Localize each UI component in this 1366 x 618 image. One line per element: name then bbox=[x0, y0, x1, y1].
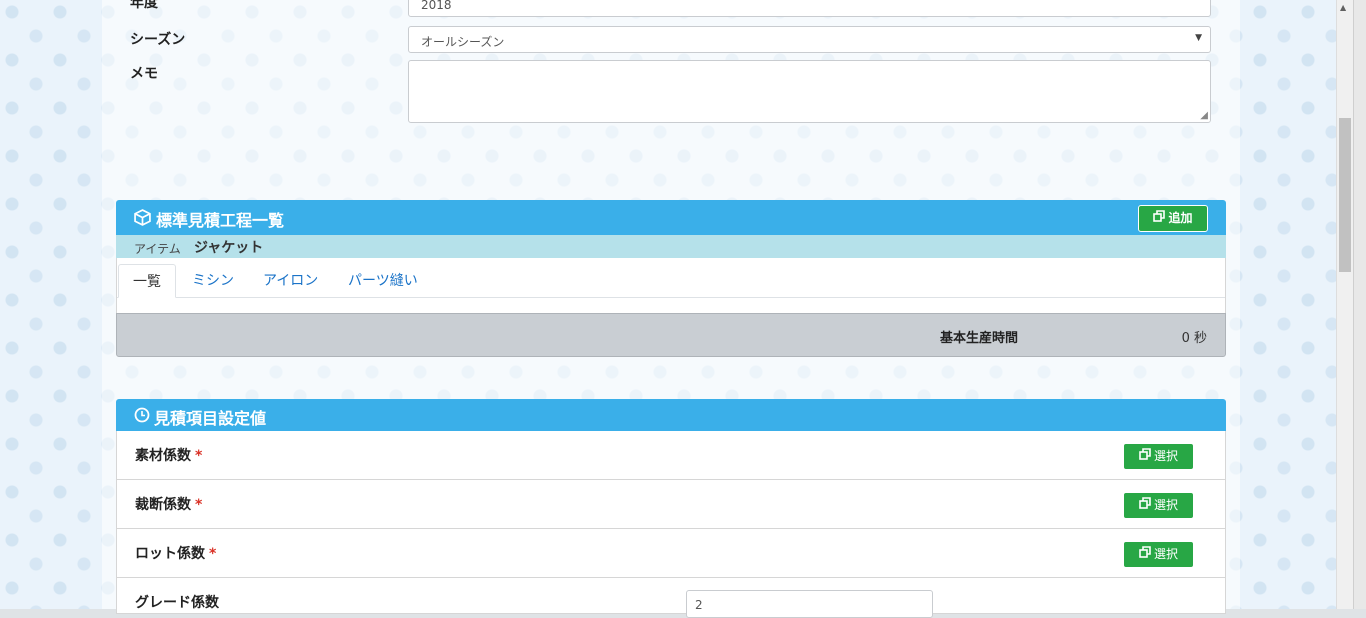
window-restore-icon bbox=[1139, 493, 1151, 518]
process-tabs: 一覧 ミシン アイロン パーツ縫い bbox=[116, 258, 1226, 298]
select-button-lot[interactable]: 選択 bbox=[1123, 541, 1194, 568]
setting-label-lot: ロット係数 * bbox=[135, 543, 216, 563]
year-value: 2018 bbox=[421, 0, 452, 12]
setting-label-text: 裁断係数 bbox=[135, 497, 191, 513]
setting-label-text: 素材係数 bbox=[135, 448, 191, 464]
tab-iron[interactable]: アイロン bbox=[247, 264, 334, 298]
setting-label-text: ロット係数 bbox=[135, 546, 205, 562]
setting-label-cutting: 裁断係数 * bbox=[135, 494, 202, 514]
cube-icon bbox=[134, 209, 151, 230]
setting-label-grade: グレード係数 bbox=[135, 595, 219, 611]
select-button-label: 選択 bbox=[1153, 449, 1178, 463]
memo-textarea[interactable]: ◢ bbox=[408, 60, 1211, 123]
process-list-panel: 標準見積工程一覧 追加 アイテム ジャケット 一覧 ミシン アイロン パーツ縫い… bbox=[116, 200, 1226, 357]
tab-parts-sewing[interactable]: パーツ縫い bbox=[332, 264, 434, 298]
process-panel-header: 標準見積工程一覧 追加 bbox=[116, 200, 1226, 235]
memo-label: メモ bbox=[130, 66, 158, 82]
estimate-settings-panel: 見積項目設定値 素材係数 * 選択 裁断係数 * 選択 ロット係数 * 選択 グレード… bbox=[116, 399, 1226, 618]
select-button-cutting[interactable]: 選択 bbox=[1123, 492, 1194, 519]
item-label: アイテム bbox=[134, 242, 181, 256]
item-value: ジャケット bbox=[194, 240, 264, 256]
add-button-label: 追加 bbox=[1168, 211, 1193, 225]
window-restore-icon bbox=[1153, 206, 1166, 231]
item-strip: アイテム ジャケット bbox=[116, 235, 1226, 258]
required-mark: * bbox=[195, 448, 203, 464]
select-button-label: 選択 bbox=[1153, 547, 1178, 561]
select-button-material[interactable]: 選択 bbox=[1123, 443, 1194, 470]
setting-row-cutting: 裁断係数 * 選択 bbox=[116, 480, 1226, 529]
settings-panel-title: 見積項目設定値 bbox=[154, 409, 267, 428]
process-panel-title: 標準見積工程一覧 bbox=[156, 211, 285, 230]
season-select[interactable]: オールシーズン ▼ bbox=[408, 26, 1211, 53]
tab-content bbox=[116, 298, 1226, 313]
season-label: シーズン bbox=[130, 32, 186, 48]
required-mark: * bbox=[195, 497, 203, 513]
year-input[interactable]: 2018 bbox=[408, 0, 1211, 17]
grade-input[interactable]: 2 bbox=[686, 590, 933, 618]
summary-value: 0 秒 bbox=[1181, 331, 1207, 346]
tab-sewing-machine[interactable]: ミシン bbox=[176, 264, 250, 298]
summary-label: 基本生産時間 bbox=[940, 331, 1019, 346]
chevron-down-icon: ▼ bbox=[1195, 33, 1202, 43]
resize-grip-icon[interactable]: ◢ bbox=[1200, 111, 1208, 121]
window-restore-icon bbox=[1139, 444, 1151, 469]
scrollbar-thumb[interactable] bbox=[1339, 118, 1351, 272]
window-edge bbox=[1353, 0, 1366, 609]
setting-row-lot: ロット係数 * 選択 bbox=[116, 529, 1226, 578]
scroll-up-icon[interactable]: ▲ bbox=[1340, 3, 1346, 12]
season-selected-value: オールシーズン bbox=[421, 35, 505, 49]
window-restore-icon bbox=[1139, 542, 1151, 567]
setting-row-material: 素材係数 * 選択 bbox=[116, 431, 1226, 480]
select-button-label: 選択 bbox=[1153, 498, 1178, 512]
settings-panel-header: 見積項目設定値 bbox=[116, 399, 1226, 431]
setting-label-material: 素材係数 * bbox=[135, 445, 202, 465]
clock-icon bbox=[134, 407, 150, 427]
tab-list[interactable]: 一覧 bbox=[118, 264, 176, 298]
vertical-scrollbar[interactable]: ▲ bbox=[1336, 0, 1354, 609]
add-button[interactable]: 追加 bbox=[1138, 205, 1208, 232]
year-label: 年度 bbox=[130, 0, 158, 11]
grade-input-value: 2 bbox=[695, 598, 703, 612]
summary-bar: 基本生産時間 0 秒 bbox=[116, 313, 1226, 357]
required-mark: * bbox=[209, 546, 217, 562]
